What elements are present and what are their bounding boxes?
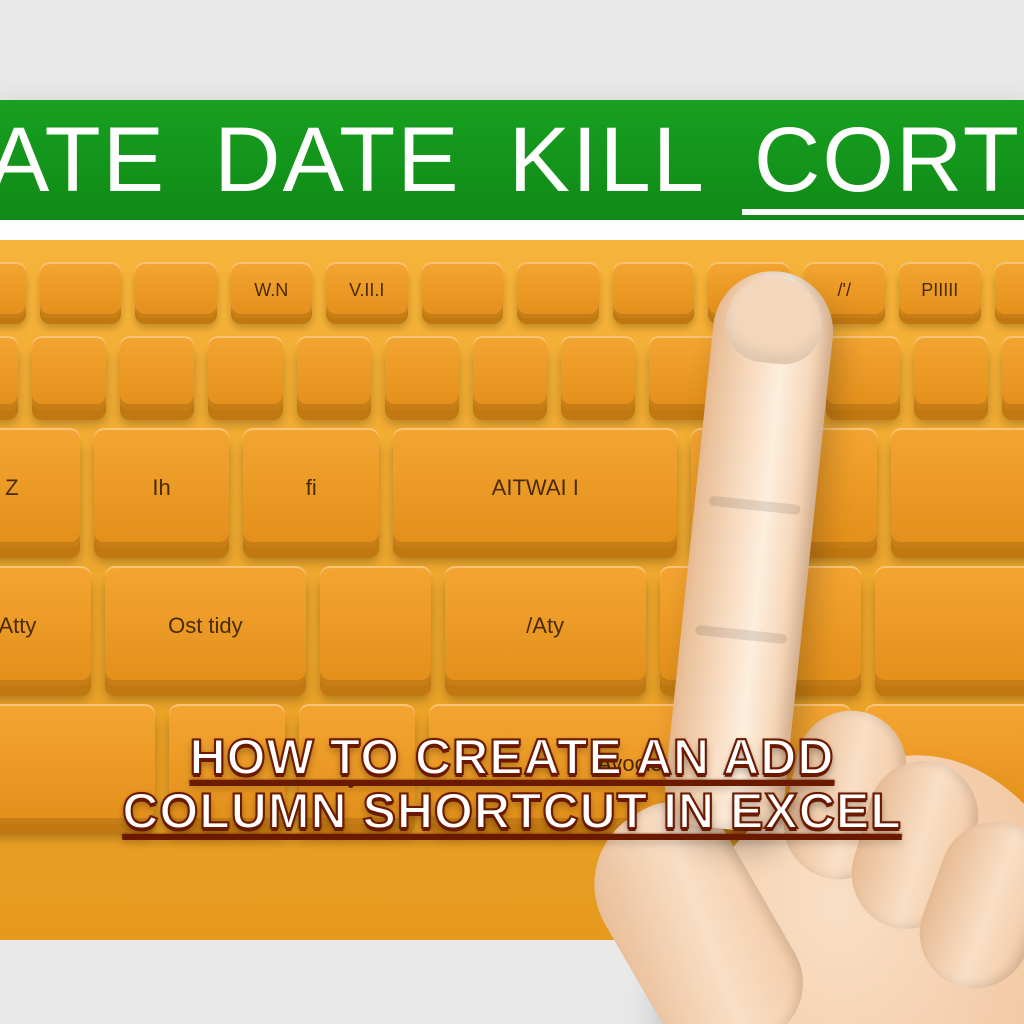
- keyboard-key: Ih: [94, 428, 230, 548]
- keyboard-key: [995, 262, 1024, 318]
- keyboard-key: [320, 566, 431, 686]
- keyboard-key: [135, 262, 217, 318]
- keyboard-key: [561, 336, 635, 410]
- keyboard-key: [660, 566, 861, 686]
- title-word-kill: KILL: [509, 108, 706, 213]
- keyboard-key: [613, 262, 695, 318]
- keyboard-key: [120, 336, 194, 410]
- keyboard-key: /Aty: [445, 566, 646, 686]
- keyboard-key: [385, 336, 459, 410]
- keyboard-key: [208, 336, 282, 410]
- headline-line-1: HOW TO CREATE AN ADD: [0, 730, 1024, 784]
- keyboard-key: W.N: [231, 262, 313, 318]
- keyboard-key: Atty: [0, 566, 91, 686]
- keyboard-key: [891, 428, 1024, 548]
- keyboard-key: [1002, 336, 1024, 410]
- keyboard-row: Atty Ost tidy /Aty: [0, 566, 1024, 686]
- keyboard-key: fi: [243, 428, 379, 548]
- headline-line-2: COLUMN SHORTCUT IN EXCEL: [0, 784, 1024, 838]
- keyboard-key: [914, 336, 988, 410]
- keyboard-key: V.II.I: [326, 262, 408, 318]
- keyboard-key: III: [708, 262, 790, 318]
- keyboard-key: [517, 262, 599, 318]
- keyboard-row: Z Ih fi AITWAI I: [0, 428, 1024, 548]
- title-word-ate: ATE: [0, 108, 166, 213]
- title-word-date: DATE: [214, 108, 461, 213]
- keyboard-key: [40, 262, 122, 318]
- overlay-headline: HOW TO CREATE AN ADD COLUMN SHORTCUT IN …: [0, 730, 1024, 838]
- keyboard-key: [649, 336, 723, 410]
- keyboard-key: [737, 336, 811, 410]
- keyboard-key: [826, 336, 900, 410]
- keyboard-key: [32, 336, 106, 410]
- keyboard-key: [422, 262, 504, 318]
- keyboard-key: [0, 336, 18, 410]
- keyboard-key: [473, 336, 547, 410]
- keyboard-row: [0, 336, 1024, 410]
- keyboard-key: [691, 428, 876, 548]
- green-title-bar: ATE DATE KILL CORTE: [0, 100, 1024, 220]
- title-word-corte: CORTE: [754, 108, 1024, 213]
- keyboard-key: PIIIII: [899, 262, 981, 318]
- keyboard-function-row: O|K W.N V.II.I III /'/ PIIIII: [0, 262, 1024, 318]
- keyboard-key: Z: [0, 428, 80, 548]
- keyboard-key: AITWAI I: [393, 428, 677, 548]
- keyboard-key: /'/: [804, 262, 886, 318]
- keyboard-key: [875, 566, 1024, 686]
- keyboard-key: Ost tidy: [105, 566, 306, 686]
- keyboard-key: [297, 336, 371, 410]
- keyboard-key: O|K: [0, 262, 26, 318]
